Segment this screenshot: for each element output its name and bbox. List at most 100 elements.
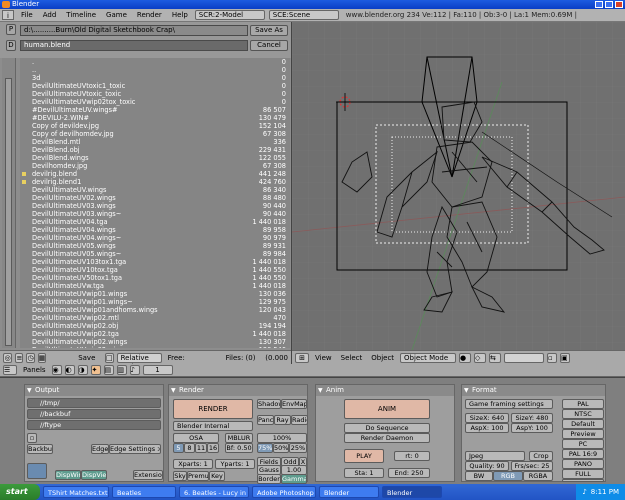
premul-toggle[interactable]: Premul (187, 471, 209, 481)
file-row[interactable]: DevilUltimateUVwip02.mtl 470 (20, 314, 290, 322)
file-window-type-icon[interactable]: ◎ (3, 352, 13, 363)
osa-toggle[interactable]: OSA (173, 433, 219, 443)
edge-settings-button[interactable]: Edge Settings >> (109, 444, 161, 454)
buttons-window-type-icon[interactable]: ☰ (3, 365, 17, 375)
sort-alpha-icon[interactable]: ≡ (15, 352, 24, 363)
output-panel-title[interactable]: Output (25, 385, 163, 396)
dir-menu-button[interactable]: D (6, 40, 16, 51)
osa-5-button[interactable]: 5 (173, 443, 184, 453)
taskbar-item-blender-1[interactable]: Blender (319, 486, 379, 498)
aspx-field[interactable]: AspX: 100 (465, 423, 509, 433)
file-row[interactable]: DevilUltimateUVwip02.obj 194 194 (20, 322, 290, 330)
play-button[interactable]: PLAY (344, 449, 384, 463)
scene-link-icon[interactable]: ▫ (27, 433, 37, 443)
aspy-field[interactable]: AspY: 100 (511, 423, 553, 433)
file-row[interactable]: DevilUltimateUV02.wings 88 480 (20, 194, 290, 202)
manipulator-icon[interactable]: ⇆ (489, 352, 502, 363)
frame-number[interactable]: 1 (142, 365, 173, 375)
menu-timeline[interactable]: Timeline (63, 10, 99, 20)
minimize-button[interactable] (595, 1, 603, 8)
taskbar-item-beatles[interactable]: Beatles (112, 486, 176, 498)
quality-field[interactable]: Quality: 90 (465, 461, 509, 471)
logic-context-icon[interactable]: ◑ (77, 365, 88, 375)
parent-dir-button[interactable]: P (6, 24, 16, 35)
preset-pano[interactable]: PANO (562, 459, 604, 469)
size-50-button[interactable]: 50% (273, 443, 289, 453)
file-row[interactable]: 3d 0 (20, 74, 290, 82)
file-row[interactable]: .0 (20, 58, 290, 66)
close-button[interactable] (615, 1, 623, 8)
panorama-toggle[interactable]: Panc (257, 415, 274, 425)
file-row[interactable]: #DevilUltimateUV.wings# 86 507 (20, 106, 290, 114)
file-row[interactable]: #DEVILU-2.WIN# 130 479 (20, 114, 290, 122)
end-frame-field[interactable]: End: 250 (388, 468, 430, 478)
shading-context-icon[interactable]: ◉ (51, 365, 62, 375)
taskbar-item-photoshop[interactable]: Adobe Photoshop (252, 486, 316, 498)
file-row[interactable]: DevilUltimateUVwip02tox_toxic 0 (20, 98, 290, 106)
lock-icon[interactable]: ▫ (547, 352, 558, 363)
file-row[interactable]: DevilUltimateUVwip01andhoms.wings 120 043 (20, 306, 290, 314)
key-toggle[interactable]: Key (209, 471, 225, 481)
size-75-button[interactable]: 75% (257, 443, 273, 453)
crop-toggle[interactable]: Crop (529, 451, 553, 461)
output-path-tmp[interactable]: //tmp/ (27, 398, 161, 408)
file-row[interactable]: DevilUltimateUV05.wings~ 89 984 (20, 250, 290, 258)
extensions-button[interactable]: Extension (133, 470, 163, 480)
shadow-toggle[interactable]: Shadow (257, 399, 281, 409)
preset-default[interactable]: Default (562, 419, 604, 429)
preset-ntsc[interactable]: NTSC (562, 409, 604, 419)
backbuf-toggle[interactable]: Backbuf (27, 444, 53, 454)
start-frame-field[interactable]: Sta: 1 (344, 468, 384, 478)
menu-view[interactable]: View (312, 353, 335, 363)
ray-toggle[interactable]: Ray (274, 415, 291, 425)
file-row[interactable]: DevilUltimateUVtoxic1_toxic 0 (20, 82, 290, 90)
file-row[interactable]: DevilUltimateUV03.wings~ 90 440 (20, 210, 290, 218)
anim-panel-title[interactable]: Anim (316, 385, 454, 396)
file-row[interactable]: DevilUltimateUV04.wings~ 90 979 (20, 234, 290, 242)
file-row[interactable]: DevilUltimateUV03.wings 90 440 (20, 202, 290, 210)
filename-input[interactable]: human.blend (20, 40, 248, 51)
cancel-button[interactable]: Cancel (250, 40, 288, 51)
file-row[interactable]: DevilUltimateUV.wings 86 340 (20, 186, 290, 194)
path-input[interactable]: d:\..........Burn\Old Digital Sketchbook… (20, 25, 248, 36)
render-daemon-toggle[interactable]: Render Daemon (344, 433, 430, 443)
save-as-button[interactable]: Save As (250, 25, 288, 36)
menu-select[interactable]: Select (338, 353, 366, 363)
relative-paths-toggle[interactable]: Relative Paths (116, 352, 162, 371)
maximize-button[interactable] (605, 1, 613, 8)
sound-sub-icon[interactable]: ♪ (129, 365, 140, 375)
menu-help[interactable]: Help (169, 10, 191, 20)
xparts-field[interactable]: Xparts: 1 (173, 459, 213, 469)
menu-render[interactable]: Render (134, 10, 165, 20)
layers-icon[interactable] (504, 352, 545, 363)
pivot-icon[interactable]: ◇ (474, 352, 487, 363)
file-row[interactable]: DevilBlend.mtl 336 (20, 138, 290, 146)
file-row[interactable]: Devilhomdev.jpg 67 308 (20, 162, 290, 170)
file-row[interactable]: Copy of devilhomdev.jpg 67 308 (20, 130, 290, 138)
file-row[interactable]: devilrig.blend 441 248 (20, 170, 290, 178)
dispview-button[interactable]: DispVie (81, 470, 107, 480)
file-row[interactable]: DevilUltimateUVw.tga 1 440 018 (20, 282, 290, 290)
preset-pc[interactable]: PC (562, 439, 604, 449)
taskbar-item-blender-2[interactable]: Blender (382, 486, 442, 498)
edge-toggle[interactable]: Edge (91, 444, 109, 454)
object-context-icon[interactable]: ◐ (64, 365, 75, 375)
volume-icon[interactable]: ♪ (582, 484, 586, 500)
preset-preview[interactable]: Preview (562, 429, 604, 439)
file-row[interactable]: Copy of devildev.jpg 152 104 (20, 122, 290, 130)
rt-field[interactable]: rt: 0 (394, 451, 430, 461)
file-row[interactable]: .. 0 (20, 66, 290, 74)
format-panel-title[interactable]: Format (462, 385, 605, 396)
game-framing-button[interactable]: Game framing settings (465, 399, 553, 409)
mode-selector[interactable]: Object Mode (400, 352, 457, 363)
osa-16-button[interactable]: 16 (207, 443, 219, 453)
sizey-field[interactable]: SizeY: 480 (511, 413, 553, 423)
taskbar-item-player[interactable]: 6. Beatles - Lucy in th... (179, 486, 249, 498)
blur-factor-field[interactable]: Bf: 0.50 (225, 443, 253, 453)
file-row[interactable]: DevilUltimateUV103tox1.tga 1 440 018 (20, 258, 290, 266)
render-preview-icon[interactable]: ▣ (560, 352, 571, 363)
size-100-button[interactable]: 100% (257, 433, 307, 443)
viewport-window-type-icon[interactable]: ⊞ (295, 352, 309, 363)
file-list-scrollbar[interactable] (2, 58, 16, 348)
preset-full[interactable]: FULL (562, 469, 604, 479)
